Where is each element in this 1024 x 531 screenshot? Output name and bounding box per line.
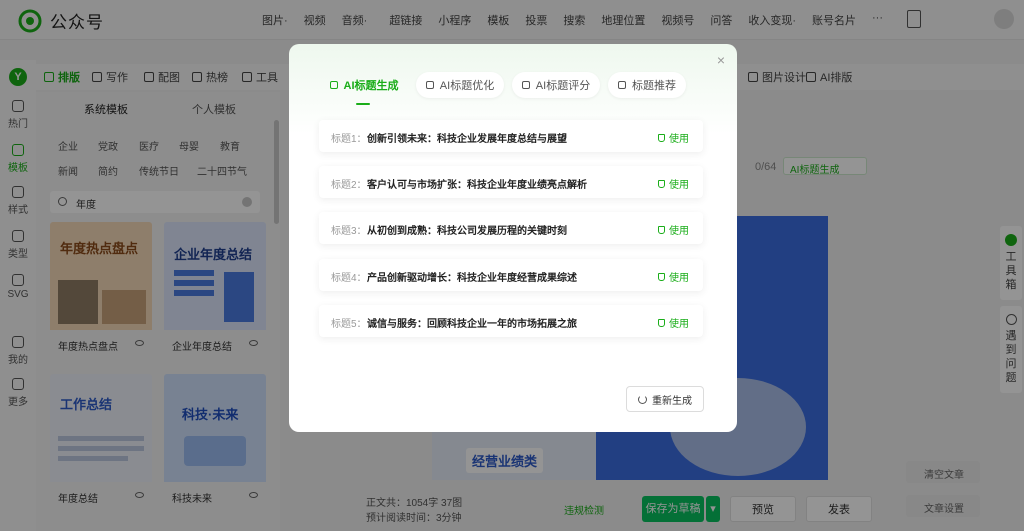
close-icon[interactable]: × xyxy=(715,53,727,67)
tab-ai-title-generate[interactable]: AI标题生成 xyxy=(319,72,409,98)
use-title-button[interactable]: 使用 xyxy=(658,222,689,237)
use-title-button[interactable]: 使用 xyxy=(658,269,689,284)
use-icon xyxy=(658,179,665,188)
tab-ai-title-score[interactable]: AI标题评分 xyxy=(512,72,600,98)
wand-icon xyxy=(329,81,338,89)
tab-ai-title-optimize[interactable]: AI标题优化 xyxy=(416,72,504,98)
use-title-button[interactable]: 使用 xyxy=(658,315,689,330)
thumb-icon xyxy=(618,81,626,89)
use-icon xyxy=(658,133,665,142)
score-icon xyxy=(521,81,530,89)
regenerate-button[interactable]: 重新生成 xyxy=(626,386,704,412)
title-suggestion-row: 标题3： 从初创到成熟：科技公司发展历程的关键时刻 使用 xyxy=(319,212,703,244)
ai-title-dialog: × AI标题生成 AI标题优化 AI标题评分 标题推荐 标题1： 创新引领未来：… xyxy=(289,44,737,432)
use-icon xyxy=(658,272,665,281)
use-title-button[interactable]: 使用 xyxy=(658,176,689,191)
title-suggestion-row: 标题2： 客户认可与市场扩张：科技企业年度业绩亮点解析 使用 xyxy=(319,166,703,198)
use-icon xyxy=(658,318,665,327)
active-tab-indicator xyxy=(356,103,370,105)
refresh-icon xyxy=(638,394,647,404)
use-icon xyxy=(658,225,665,234)
tab-title-recommend[interactable]: 标题推荐 xyxy=(608,72,686,98)
title-suggestion-row: 标题4： 产品创新驱动增长：科技企业年度经营成果综述 使用 xyxy=(319,259,703,291)
title-suggestion-row: 标题5： 诚信与服务：回顾科技企业一年的市场拓展之旅 使用 xyxy=(319,305,703,337)
use-title-button[interactable]: 使用 xyxy=(658,130,689,145)
doc-icon xyxy=(425,81,434,89)
title-suggestion-row: 标题1： 创新引领未来：科技企业发展年度总结与展望 使用 xyxy=(319,120,703,152)
